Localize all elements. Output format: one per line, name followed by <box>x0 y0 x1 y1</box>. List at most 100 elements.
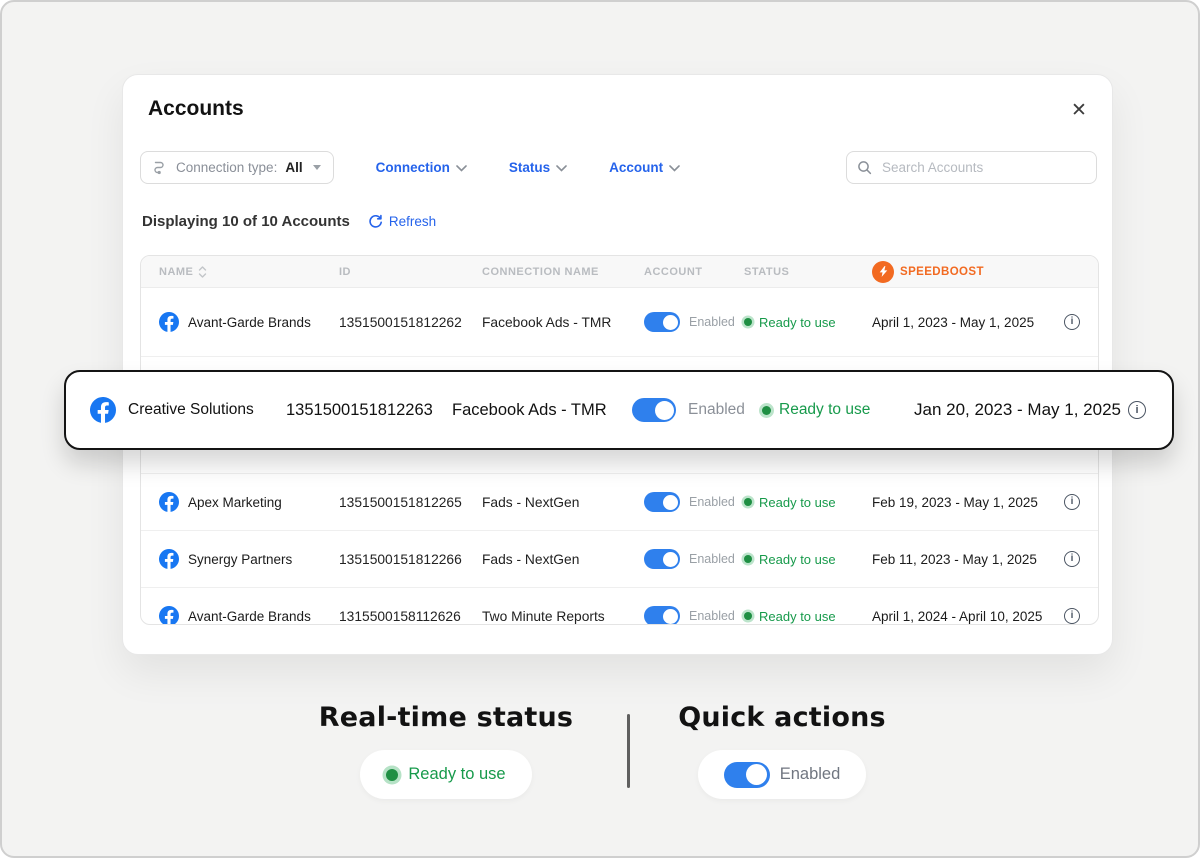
account-name: Avant-Garde Brands <box>188 315 311 330</box>
connection-name: Facebook Ads - TMR <box>482 315 644 330</box>
enabled-label: Enabled <box>688 401 762 419</box>
connection-name: Two Minute Reports <box>482 609 644 624</box>
connection-type-icon <box>153 160 168 175</box>
table-row[interactable]: Apex Marketing 1351500151812265 Fads - N… <box>141 474 1098 531</box>
table-row[interactable]: Avant-Garde Brands 1351500151812262 Face… <box>141 288 1098 357</box>
search-icon <box>857 160 872 175</box>
sort-icon[interactable] <box>198 265 207 279</box>
speedboost-logo-icon <box>872 261 894 283</box>
info-icon[interactable]: i <box>1064 494 1080 510</box>
facebook-icon <box>159 549 179 569</box>
displaying-count-text: Displaying 10 of 10 Accounts <box>142 213 350 230</box>
enabled-label: Enabled <box>689 315 735 329</box>
page-title: Accounts <box>148 97 244 121</box>
search-input[interactable] <box>880 159 1086 176</box>
enabled-label: Enabled <box>689 552 735 566</box>
date-range: Feb 11, 2023 - May 1, 2025 <box>872 552 1044 567</box>
connection-type-filter[interactable]: Connection type: All <box>140 151 334 184</box>
facebook-icon <box>159 312 179 332</box>
account-dropdown[interactable]: Account <box>609 160 680 175</box>
column-header-account: ACCOUNT <box>644 266 744 278</box>
connection-name: Fads - NextGen <box>482 495 644 510</box>
status-label: Ready to use <box>759 495 836 510</box>
account-name: Apex Marketing <box>188 495 282 510</box>
connection-name: Facebook Ads - TMR <box>452 401 632 420</box>
enabled-toggle[interactable] <box>644 606 680 625</box>
date-range: April 1, 2023 - May 1, 2025 <box>872 315 1044 330</box>
quick-actions-heading: Quick actions <box>666 702 898 733</box>
status-dot-icon <box>762 406 771 415</box>
info-icon[interactable]: i <box>1064 314 1080 330</box>
refresh-icon <box>368 214 383 229</box>
connection-type-label: Connection type: <box>176 160 277 175</box>
status-dot-icon <box>386 769 398 781</box>
enabled-toggle[interactable] <box>644 492 680 512</box>
connection-dropdown[interactable]: Connection <box>376 160 467 175</box>
enabled-toggle[interactable] <box>644 549 680 569</box>
status-dot-icon <box>744 498 752 506</box>
search-accounts-box <box>846 151 1097 184</box>
date-range: April 1, 2024 - April 10, 2025 <box>872 609 1044 624</box>
chevron-down-icon <box>556 165 567 172</box>
account-name: Avant-Garde Brands <box>188 609 311 624</box>
column-header-status: STATUS <box>744 266 872 278</box>
status-label: Ready to use <box>759 609 836 624</box>
close-icon[interactable]: ✕ <box>1068 99 1090 121</box>
speedboost-brand: SPEEDBOOST <box>872 261 1044 283</box>
facebook-icon <box>159 606 179 625</box>
account-dropdown-label: Account <box>609 160 663 175</box>
column-header-connection: CONNECTION NAME <box>482 266 644 278</box>
account-name: Synergy Partners <box>188 552 292 567</box>
table-row[interactable]: Synergy Partners 1351500151812266 Fads -… <box>141 531 1098 588</box>
account-id: 1315500158112626 <box>339 609 482 624</box>
speedboost-brand-label: SPEEDBOOST <box>900 266 984 278</box>
date-range: Feb 19, 2023 - May 1, 2025 <box>872 495 1044 510</box>
table-row[interactable]: Avant-Garde Brands 1315500158112626 Two … <box>141 588 1098 625</box>
status-label: Ready to use <box>759 315 836 330</box>
enabled-toggle[interactable] <box>632 398 676 422</box>
info-icon[interactable]: i <box>1064 608 1080 624</box>
quick-actions-pill: Enabled <box>698 750 867 799</box>
quick-actions-section: Quick actions Enabled <box>666 702 898 799</box>
status-dropdown-label: Status <box>509 160 550 175</box>
account-id: 1351500151812266 <box>339 552 482 567</box>
connection-name: Fads - NextGen <box>482 552 644 567</box>
enabled-toggle[interactable] <box>724 762 770 788</box>
table-header: NAME ID CONNECTION NAME ACCOUNT STATUS S… <box>141 256 1098 288</box>
enabled-toggle[interactable] <box>644 312 680 332</box>
summary-row: Displaying 10 of 10 Accounts Refresh <box>142 213 436 230</box>
enabled-label: Enabled <box>780 765 841 784</box>
account-name: Creative Solutions <box>128 401 286 419</box>
chevron-down-icon <box>456 165 467 172</box>
facebook-icon <box>90 397 116 423</box>
connection-dropdown-label: Connection <box>376 160 450 175</box>
enabled-label: Enabled <box>689 495 735 509</box>
account-id: 1351500151812263 <box>286 401 452 420</box>
facebook-icon <box>159 492 179 512</box>
status-dot-icon <box>744 318 752 326</box>
status-label: Ready to use <box>408 765 505 784</box>
caret-down-icon <box>313 165 321 170</box>
account-id: 1351500151812265 <box>339 495 482 510</box>
status-dot-icon <box>744 612 752 620</box>
refresh-label: Refresh <box>389 214 436 229</box>
filter-bar: Connection type: All Connection Status A… <box>140 151 1097 184</box>
status-dropdown[interactable]: Status <box>509 160 567 175</box>
info-icon[interactable]: i <box>1128 401 1146 419</box>
connection-type-value: All <box>285 160 302 175</box>
page-background: Accounts ✕ Connection type: All Connecti… <box>0 0 1200 858</box>
realtime-status-heading: Real-time status <box>285 702 607 733</box>
footer-divider <box>627 714 630 788</box>
account-id: 1351500151812262 <box>339 315 482 330</box>
status-dot-icon <box>744 555 752 563</box>
info-icon[interactable]: i <box>1064 551 1080 567</box>
column-header-name[interactable]: NAME <box>159 265 339 279</box>
enabled-label: Enabled <box>689 609 735 623</box>
status-label: Ready to use <box>759 552 836 567</box>
accounts-modal: Accounts ✕ Connection type: All Connecti… <box>122 74 1113 655</box>
realtime-status-section: Real-time status Ready to use <box>285 702 607 799</box>
refresh-button[interactable]: Refresh <box>368 214 436 229</box>
highlighted-account-row[interactable]: Creative Solutions 1351500151812263 Face… <box>64 370 1174 450</box>
realtime-status-pill: Ready to use <box>360 750 531 799</box>
status-label: Ready to use <box>779 401 870 419</box>
